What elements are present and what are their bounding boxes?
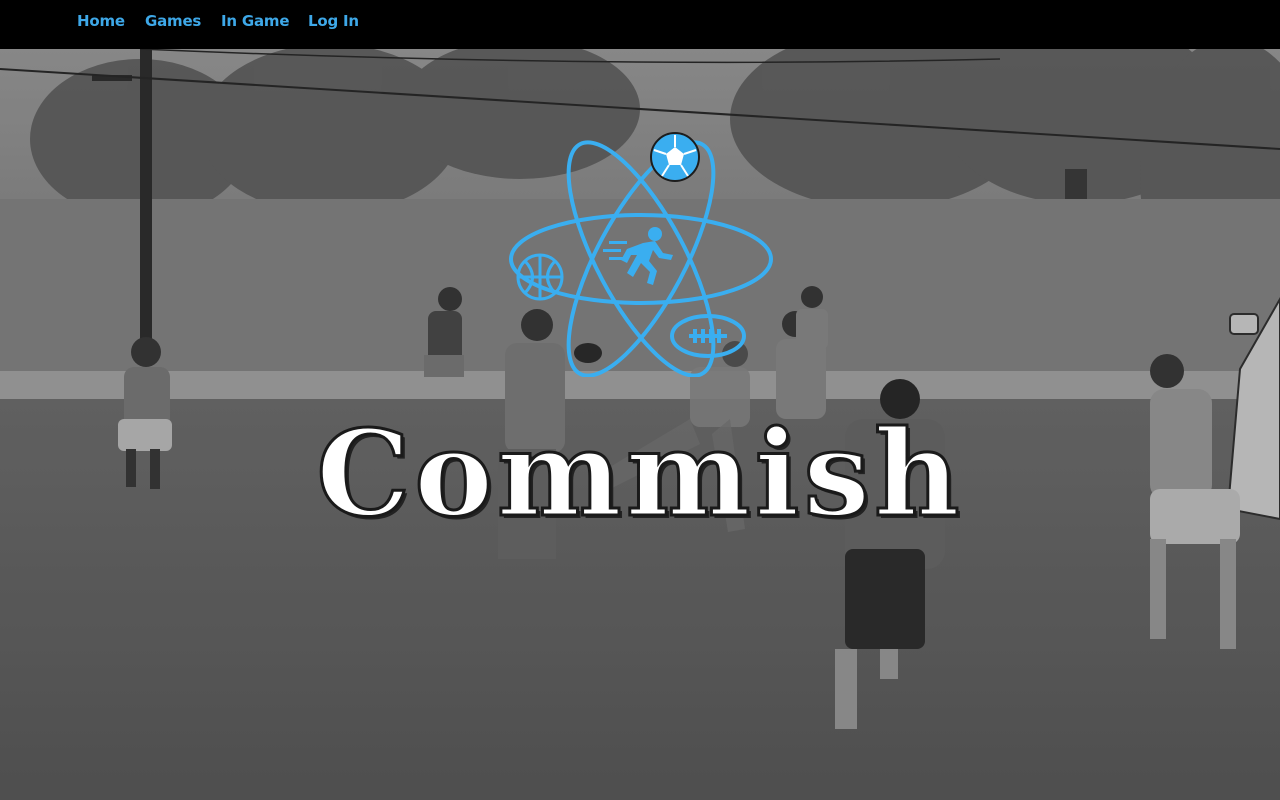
hero-title: Commish xyxy=(315,403,964,545)
basketball-icon xyxy=(516,253,564,301)
nav-games-link[interactable]: Games xyxy=(145,12,201,30)
nav-log-in-link[interactable]: Log In xyxy=(308,12,359,30)
top-navbar: Home Games In Game Log In xyxy=(0,0,1280,49)
commish-logo xyxy=(509,132,773,377)
hero-section: Commish xyxy=(0,49,1280,800)
soccer-ball-icon xyxy=(650,132,700,182)
nav-home-link[interactable]: Home xyxy=(77,12,125,30)
runner-icon xyxy=(603,227,673,285)
nav-in-game-link[interactable]: In Game xyxy=(221,12,290,30)
football-icon xyxy=(670,314,746,358)
